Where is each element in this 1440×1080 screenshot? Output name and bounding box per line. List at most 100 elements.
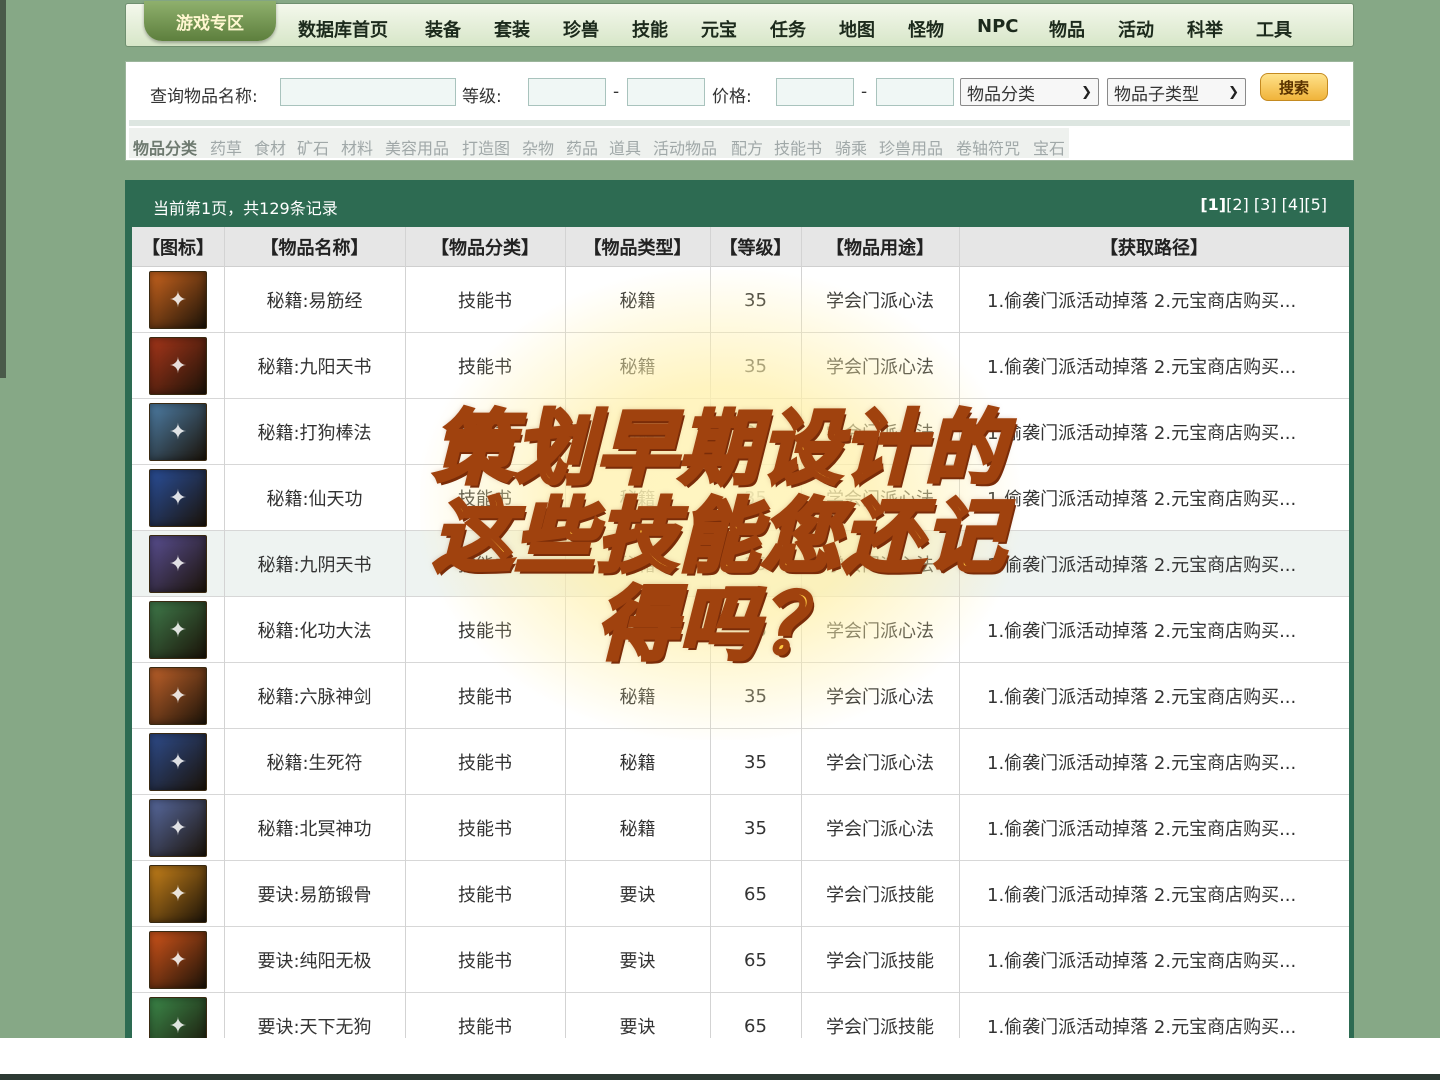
- item-name-cell[interactable]: 秘籍:易筋经: [224, 267, 405, 333]
- nav-yuanbao[interactable]: 元宝: [701, 16, 737, 42]
- green-book-icon[interactable]: ✦: [149, 601, 207, 659]
- nav-keju[interactable]: 科举: [1187, 16, 1223, 42]
- page-link-2[interactable]: [2]: [1226, 195, 1249, 214]
- green-lightning-icon[interactable]: ✦: [149, 997, 207, 1041]
- search-button[interactable]: 搜索: [1260, 73, 1328, 101]
- item-type-cell: 要诀: [619, 885, 656, 906]
- item-name-cell[interactable]: 秘籍:生死符: [224, 729, 405, 795]
- acquire-path-cell: 1.偷袭门派活动掉落 2.元宝商店购买...: [987, 753, 1297, 774]
- level-range-dash: -: [613, 82, 620, 102]
- nav-quests[interactable]: 任务: [770, 16, 806, 42]
- price-min-input[interactable]: [776, 78, 854, 106]
- page-link-5[interactable]: [5]: [1304, 195, 1327, 214]
- item-level-cell: 65: [744, 883, 767, 905]
- category-ores[interactable]: 矿石: [297, 135, 329, 159]
- item-use-cell: 学会门派心法: [826, 357, 934, 378]
- level-min-input[interactable]: [528, 78, 606, 106]
- category-scrolls[interactable]: 卷轴符咒: [956, 135, 1020, 159]
- category-gems[interactable]: 宝石: [1033, 135, 1065, 159]
- figure-burst-icon[interactable]: ✦: [149, 931, 207, 989]
- item-name-cell[interactable]: 要诀:纯阳无极: [224, 927, 405, 993]
- game-zone-tab[interactable]: 游戏专区: [144, 1, 276, 41]
- purple-book-icon[interactable]: ✦: [149, 535, 207, 593]
- nav-skills[interactable]: 技能: [632, 16, 668, 42]
- nav-equipment[interactable]: 装备: [425, 16, 461, 42]
- table-row[interactable]: ✦ 秘籍:北冥神功 技能书 秘籍 35 学会门派心法 1.偷袭门派活动掉落 2.元宝商店购买…: [132, 795, 1349, 861]
- item-type-cell: 秘籍: [619, 357, 656, 378]
- category-herbs[interactable]: 药草: [210, 135, 242, 159]
- nav-npc[interactable]: NPC: [977, 16, 1018, 37]
- item-name-cell[interactable]: 秘籍:九阴天书: [224, 531, 405, 597]
- book-stack-icon[interactable]: ✦: [149, 667, 207, 725]
- table-row[interactable]: ✦ 秘籍:易筋经 技能书 秘籍 35 学会门派心法 1.偷袭门派活动掉落 2.元宝商店购买.…: [132, 267, 1349, 333]
- category-misc[interactable]: 杂物: [522, 135, 554, 159]
- table-row[interactable]: ✦ 要诀:天下无狗 技能书 要诀 65 学会门派技能 1.偷袭门派活动掉落 2.元宝商店购买…: [132, 993, 1349, 1041]
- price-max-input[interactable]: [876, 78, 954, 106]
- item-category-select-value: 物品分类: [967, 84, 1035, 105]
- category-ingredients[interactable]: 食材: [254, 135, 286, 159]
- table-row[interactable]: ✦ 要诀:纯阳无极 技能书 要诀 65 学会门派技能 1.偷袭门派活动掉落 2.元宝商店购买…: [132, 927, 1349, 993]
- category-mounts[interactable]: 骑乘: [835, 135, 867, 159]
- nav-items[interactable]: 物品: [1049, 16, 1085, 42]
- page-link-1[interactable]: [1]: [1200, 195, 1226, 214]
- header-level: 【等级】: [719, 238, 792, 259]
- item-name-input[interactable]: [280, 78, 456, 106]
- nav-database-home[interactable]: 数据库首页: [298, 16, 388, 42]
- category-pet-supplies[interactable]: 珍兽用品: [879, 135, 943, 159]
- nav-tools[interactable]: 工具: [1256, 16, 1292, 42]
- category-medicine[interactable]: 药品: [566, 135, 598, 159]
- table-row[interactable]: ✦ 秘籍:生死符 技能书 秘籍 35 学会门派心法 1.偷袭门派活动掉落 2.元宝商店购买.…: [132, 729, 1349, 795]
- book-fire-icon[interactable]: ✦: [149, 271, 207, 329]
- nav-events[interactable]: 活动: [1118, 16, 1154, 42]
- page-link-4[interactable]: [4]: [1282, 195, 1305, 214]
- item-type-cell: 要诀: [619, 951, 656, 972]
- nav-monsters[interactable]: 怪物: [908, 16, 944, 42]
- item-use-cell: 学会门派心法: [826, 819, 934, 840]
- category-blueprints[interactable]: 打造图: [462, 135, 510, 159]
- item-subtype-select[interactable]: 物品子类型 ❯: [1107, 78, 1246, 106]
- item-category-cell: 技能书: [458, 951, 512, 972]
- rune-scroll-icon[interactable]: ✦: [149, 733, 207, 791]
- item-level-cell: 35: [744, 817, 767, 839]
- header-item-name: 【物品名称】: [260, 238, 369, 259]
- category-beauty[interactable]: 美容用品: [385, 135, 449, 159]
- item-name-cell[interactable]: 秘籍:六脉神剑: [224, 663, 405, 729]
- table-row[interactable]: ✦ 要诀:易筋锻骨 技能书 要诀 65 学会门派技能 1.偷袭门派活动掉落 2.元宝商店购买…: [132, 861, 1349, 927]
- item-name-cell[interactable]: 秘籍:九阳天书: [224, 333, 405, 399]
- level-max-input[interactable]: [627, 78, 705, 106]
- header-acquire-path: 【获取路径】: [1100, 238, 1208, 259]
- table-row[interactable]: ✦ 秘籍:九阳天书 技能书 秘籍 35 学会门派心法 1.偷袭门派活动掉落 2.元宝商店购买…: [132, 333, 1349, 399]
- item-name-cell[interactable]: 要诀:天下无狗: [224, 993, 405, 1041]
- blue-book-icon[interactable]: ✦: [149, 469, 207, 527]
- item-name-cell[interactable]: 秘籍:北冥神功: [224, 795, 405, 861]
- top-navigation: 游戏专区 数据库首页 装备 套装 珍兽 技能 元宝 任务 地图 怪物 NPC 物…: [125, 1, 1354, 47]
- table-row[interactable]: ✦ 秘籍:六脉神剑 技能书 秘籍 35 学会门派心法 1.偷袭门派活动掉落 2.元宝商店购买…: [132, 663, 1349, 729]
- item-category-select[interactable]: 物品分类 ❯: [960, 78, 1099, 106]
- caption-line-2: 这些技能您还记: [431, 490, 1007, 583]
- category-materials[interactable]: 材料: [341, 135, 373, 159]
- gift-box-icon[interactable]: ✦: [149, 337, 207, 395]
- nav-maps[interactable]: 地图: [839, 16, 875, 42]
- category-recipes[interactable]: 配方: [731, 135, 763, 159]
- item-type-cell: 秘籍: [619, 291, 656, 312]
- item-name-cell[interactable]: 秘籍:仙天功: [224, 465, 405, 531]
- item-icon-cell: ✦: [132, 399, 224, 465]
- panel-divider: [129, 120, 1350, 126]
- nav-sets[interactable]: 套装: [494, 16, 530, 42]
- item-name-cell[interactable]: 秘籍:打狗棒法: [224, 399, 405, 465]
- pagination: [1][2] [3] [4][5]: [1200, 195, 1327, 214]
- item-category-cell: 技能书: [458, 753, 512, 774]
- kick-figure-icon[interactable]: ✦: [149, 865, 207, 923]
- category-props[interactable]: 道具: [609, 135, 641, 159]
- item-category-cell: 技能书: [458, 291, 512, 312]
- category-event-items[interactable]: 活动物品: [653, 135, 717, 159]
- nav-pets[interactable]: 珍兽: [563, 16, 599, 42]
- category-skill-books[interactable]: 技能书: [774, 135, 822, 159]
- page-link-3[interactable]: [3]: [1254, 195, 1277, 214]
- map-scroll-icon[interactable]: ✦: [149, 799, 207, 857]
- item-type-cell: 秘籍: [619, 753, 656, 774]
- item-name-label: 查询物品名称:: [150, 87, 258, 107]
- scroll-icon[interactable]: ✦: [149, 403, 207, 461]
- item-name-cell[interactable]: 秘籍:化功大法: [224, 597, 405, 663]
- item-name-cell[interactable]: 要诀:易筋锻骨: [224, 861, 405, 927]
